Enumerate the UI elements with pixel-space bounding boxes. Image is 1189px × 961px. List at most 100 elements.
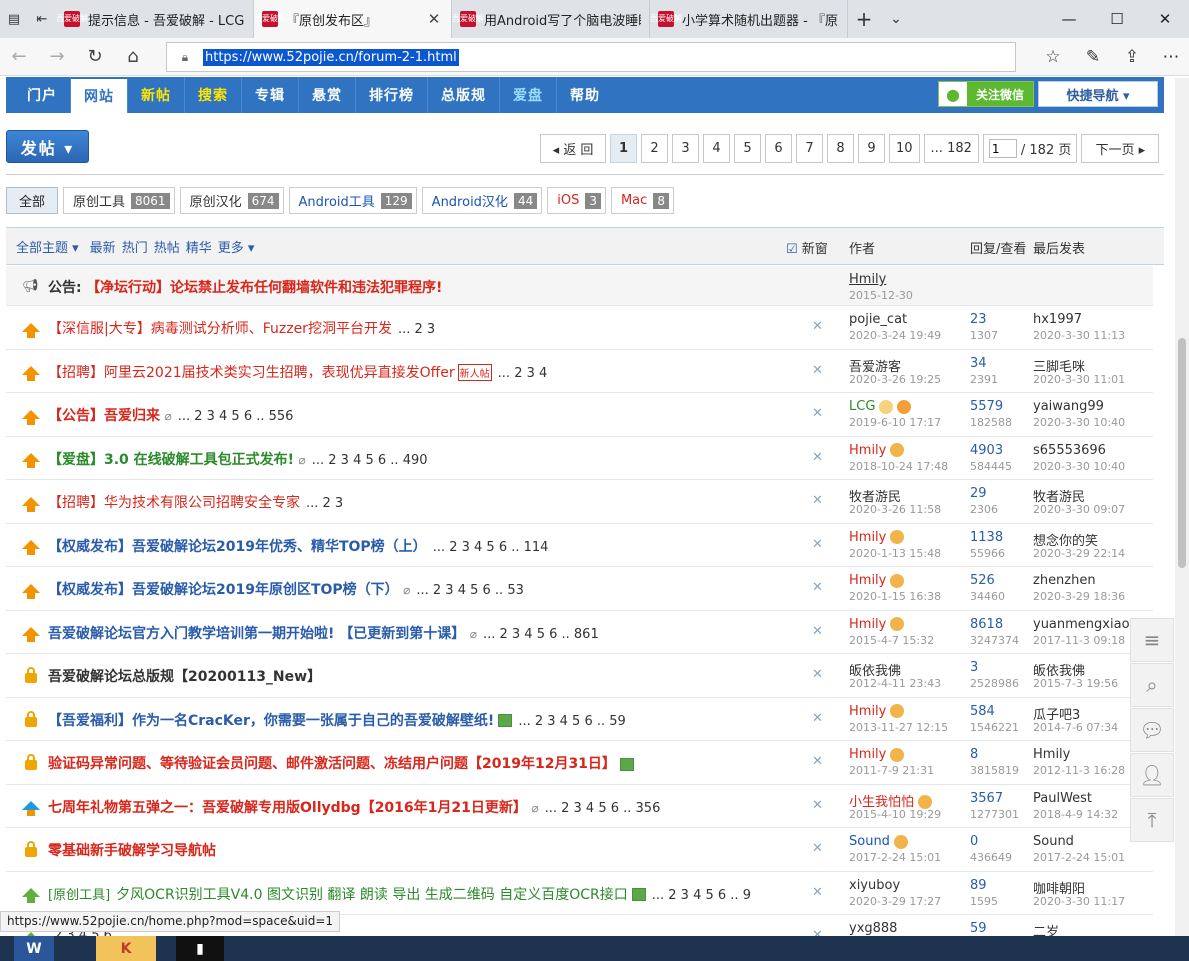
cat-android-localization[interactable]: Android汉化 44 [421, 187, 543, 214]
thread-title[interactable]: 吾爱破解论坛官方入门教学培训第一期开始啦! 【已更新到第十课】 ⌀ ... 2 3… [48, 623, 599, 643]
delete-icon[interactable]: ✕ [812, 798, 823, 813]
close-tab-icon[interactable]: ✕ [425, 10, 443, 28]
nav-albums[interactable]: 专辑 [242, 77, 299, 113]
announcement-author[interactable]: Hmily [849, 272, 886, 287]
nav-aipan[interactable]: 爱盘 [500, 77, 557, 113]
thread-author[interactable]: pojie_cat [849, 312, 907, 327]
thread-author[interactable]: Hmily [849, 704, 905, 719]
delete-icon[interactable]: ✕ [812, 580, 823, 595]
next-page-button[interactable]: 下一页 ▸ [1081, 134, 1160, 163]
page-1[interactable]: 1 [610, 134, 637, 163]
thread-title[interactable]: 零基础新手破解学习导航帖 [48, 840, 216, 860]
thread-pages[interactable]: ... 2 3 4 5 6 .. 9 [652, 888, 751, 903]
reply-count[interactable]: 59 [970, 921, 987, 936]
delete-icon[interactable]: ✕ [812, 667, 823, 682]
delete-icon[interactable]: ✕ [812, 450, 823, 465]
page-9[interactable]: 9 [858, 134, 885, 163]
filter-latest[interactable]: 最新 [90, 237, 116, 256]
thread-pages[interactable]: ... 2 3 [306, 496, 343, 511]
thread-title[interactable]: 验证码异常问题、等待验证会员问题、邮件激活问题、冻结用户问题【2019年12月3… [48, 753, 634, 773]
thread-pages[interactable]: ... 2 3 4 5 6 .. 114 [433, 540, 549, 555]
forward-icon[interactable]: → [38, 38, 76, 76]
thread-title-text[interactable]: 吾爱破解论坛官方入门教学培训第一期开始啦! 【已更新到第十课】 [48, 626, 465, 642]
reply-count[interactable]: 8 [970, 747, 978, 762]
reply-count[interactable]: 0 [970, 834, 978, 849]
cat-all[interactable]: 全部 [6, 187, 59, 214]
last-post-date[interactable]: 2015-7-3 19:56 [1033, 677, 1118, 690]
back-button[interactable]: ◂ 返 回 [540, 134, 606, 163]
thread-title-text[interactable]: 【公告】吾爱归来 [48, 408, 160, 424]
thread-title-text[interactable]: 【爱盘】3.0 在线破解工具包正式发布! [48, 452, 294, 468]
page-5[interactable]: 5 [734, 134, 761, 163]
thread-title[interactable]: 【吾爱福利】作为一名CracKer，你需要一张属于自己的吾爱破解壁纸! ... 2… [48, 710, 626, 730]
page-jump-input[interactable] [988, 139, 1017, 158]
reply-count[interactable]: 3567 [970, 791, 1003, 806]
cat-ios[interactable]: iOS 3 [547, 187, 606, 214]
last-post-date[interactable]: 2020-3-30 11:13 [1033, 329, 1125, 342]
last-post-date[interactable]: 2020-3-30 10:40 [1033, 460, 1125, 473]
thread-author[interactable]: LCG [849, 399, 912, 414]
last-poster[interactable]: Sound [1033, 834, 1074, 849]
last-post-date[interactable]: 2018-4-9 14:32 [1033, 808, 1118, 821]
page-8[interactable]: 8 [827, 134, 854, 163]
thread-title-text[interactable]: 验证码异常问题、等待验证会员问题、邮件激活问题、冻结用户问题【2019年12月3… [48, 756, 616, 772]
url-text[interactable]: https://www.52pojie.cn/forum-2-1.html [203, 48, 459, 66]
scrollbar-thumb[interactable] [1178, 338, 1186, 568]
nav-bounty[interactable]: 悬赏 [299, 77, 356, 113]
thread-title[interactable]: 【公告】吾爱归来 ⌀ ... 2 3 4 5 6 .. 556 [48, 405, 293, 425]
thread-title-text[interactable]: 【权威发布】吾爱破解论坛2019年优秀、精华TOP榜（上） [48, 539, 427, 555]
filter-all-threads[interactable]: 全部主题 ▾ [16, 237, 79, 256]
thread-author[interactable]: yxg888 [849, 921, 897, 936]
thread-title-text[interactable]: 【吾爱福利】作为一名CracKer，你需要一张属于自己的吾爱破解壁纸! [48, 713, 494, 729]
delete-icon[interactable]: ✕ [812, 754, 823, 769]
delete-icon[interactable]: ✕ [812, 711, 823, 726]
thread-author[interactable]: Sound [849, 834, 908, 849]
nav-ranking[interactable]: 排行榜 [356, 77, 428, 113]
reply-count[interactable]: 584 [970, 704, 995, 719]
thread-author[interactable]: Hmily [849, 617, 905, 632]
thread-title-text[interactable]: 【深信服|大专】病毒测试分析师、Fuzzer挖洞平台开发 [48, 321, 392, 337]
thread-title[interactable]: 【权威发布】吾爱破解论坛2019年原创区TOP榜（下） ⌀ ... 2 3 4 5… [48, 579, 524, 599]
filter-more[interactable]: 更多 ▾ [218, 237, 255, 256]
nav-search[interactable]: 搜索 [185, 77, 242, 113]
thread-title[interactable]: 【权威发布】吾爱破解论坛2019年优秀、精华TOP榜（上） ... 2 3 4 5… [48, 536, 548, 556]
thread-title[interactable]: 【招聘】华为技术有限公司招聘安全专家 ... 2 3 [48, 492, 343, 512]
back-to-top-icon[interactable]: ⤒ [1130, 798, 1174, 842]
search-icon[interactable]: ⌕ [1130, 663, 1174, 707]
reply-count[interactable]: 23 [970, 312, 987, 327]
app-icon-2[interactable]: ▮ [176, 936, 224, 961]
last-poster[interactable]: hx1997 [1033, 312, 1082, 327]
last-post-date[interactable]: 2017-2-24 15:01 [1033, 851, 1125, 864]
page-10[interactable]: 10 [889, 134, 920, 163]
nav-site[interactable]: 网站 [71, 79, 128, 113]
scrollbar[interactable] [1175, 78, 1189, 936]
wechat-icon[interactable]: 💬︎ [1130, 708, 1174, 752]
thread-author[interactable]: Hmily [849, 573, 905, 588]
home-icon[interactable]: ⌂ [114, 38, 152, 76]
tab-actions-icon[interactable]: ▤ [0, 0, 28, 38]
thread-title-text[interactable]: 【权威发布】吾爱破解论坛2019年原创区TOP榜（下） [48, 582, 399, 598]
thread-title-text[interactable]: 七周年礼物第五弹之一：吾爱破解专用版Ollydbg【2016年1月21日更新】 [48, 800, 527, 816]
user-icon[interactable]: 👤︎ [1130, 753, 1174, 797]
last-post-date[interactable]: 2020-3-30 11:01 [1033, 373, 1125, 386]
cat-original-localization[interactable]: 原创汉化 674 [179, 187, 284, 214]
cat-android-tools[interactable]: Android工具 129 [288, 187, 417, 214]
tab-back-icon[interactable]: ⇤ [28, 0, 56, 38]
word-app-icon[interactable]: W [14, 936, 54, 961]
last-poster[interactable]: zhenzhen [1033, 573, 1096, 588]
thread-title[interactable]: 【招聘】阿里云2021届技术类实习生招聘，表现优异直接发Offer 新人帖 ... … [48, 362, 547, 382]
thread-author[interactable]: Hmily [849, 443, 905, 458]
delete-icon[interactable]: ✕ [812, 363, 823, 378]
delete-icon[interactable]: ✕ [812, 406, 823, 421]
filter-hot-posts[interactable]: 热帖 [154, 237, 180, 256]
thread-pages[interactable]: ... 2 3 4 5 6 .. 59 [518, 714, 626, 729]
new-post-button[interactable]: 发帖 ▾ [6, 130, 89, 163]
thread-title[interactable]: 七周年礼物第五弹之一：吾爱破解专用版Ollydbg【2016年1月21日更新】 … [48, 797, 660, 817]
thread-author[interactable]: Hmily [849, 530, 905, 545]
thread-author[interactable]: Hmily [849, 747, 905, 762]
nav-new-posts[interactable]: 新帖 [128, 77, 185, 113]
thread-title[interactable]: [原创工具] 夕风OCR识别工具V4.0 图文识别 翻译 朗读 导出 生成二维码 … [48, 884, 751, 904]
page-7[interactable]: 7 [796, 134, 823, 163]
reply-count[interactable]: 8618 [970, 617, 1003, 632]
page-3[interactable]: 3 [672, 134, 699, 163]
